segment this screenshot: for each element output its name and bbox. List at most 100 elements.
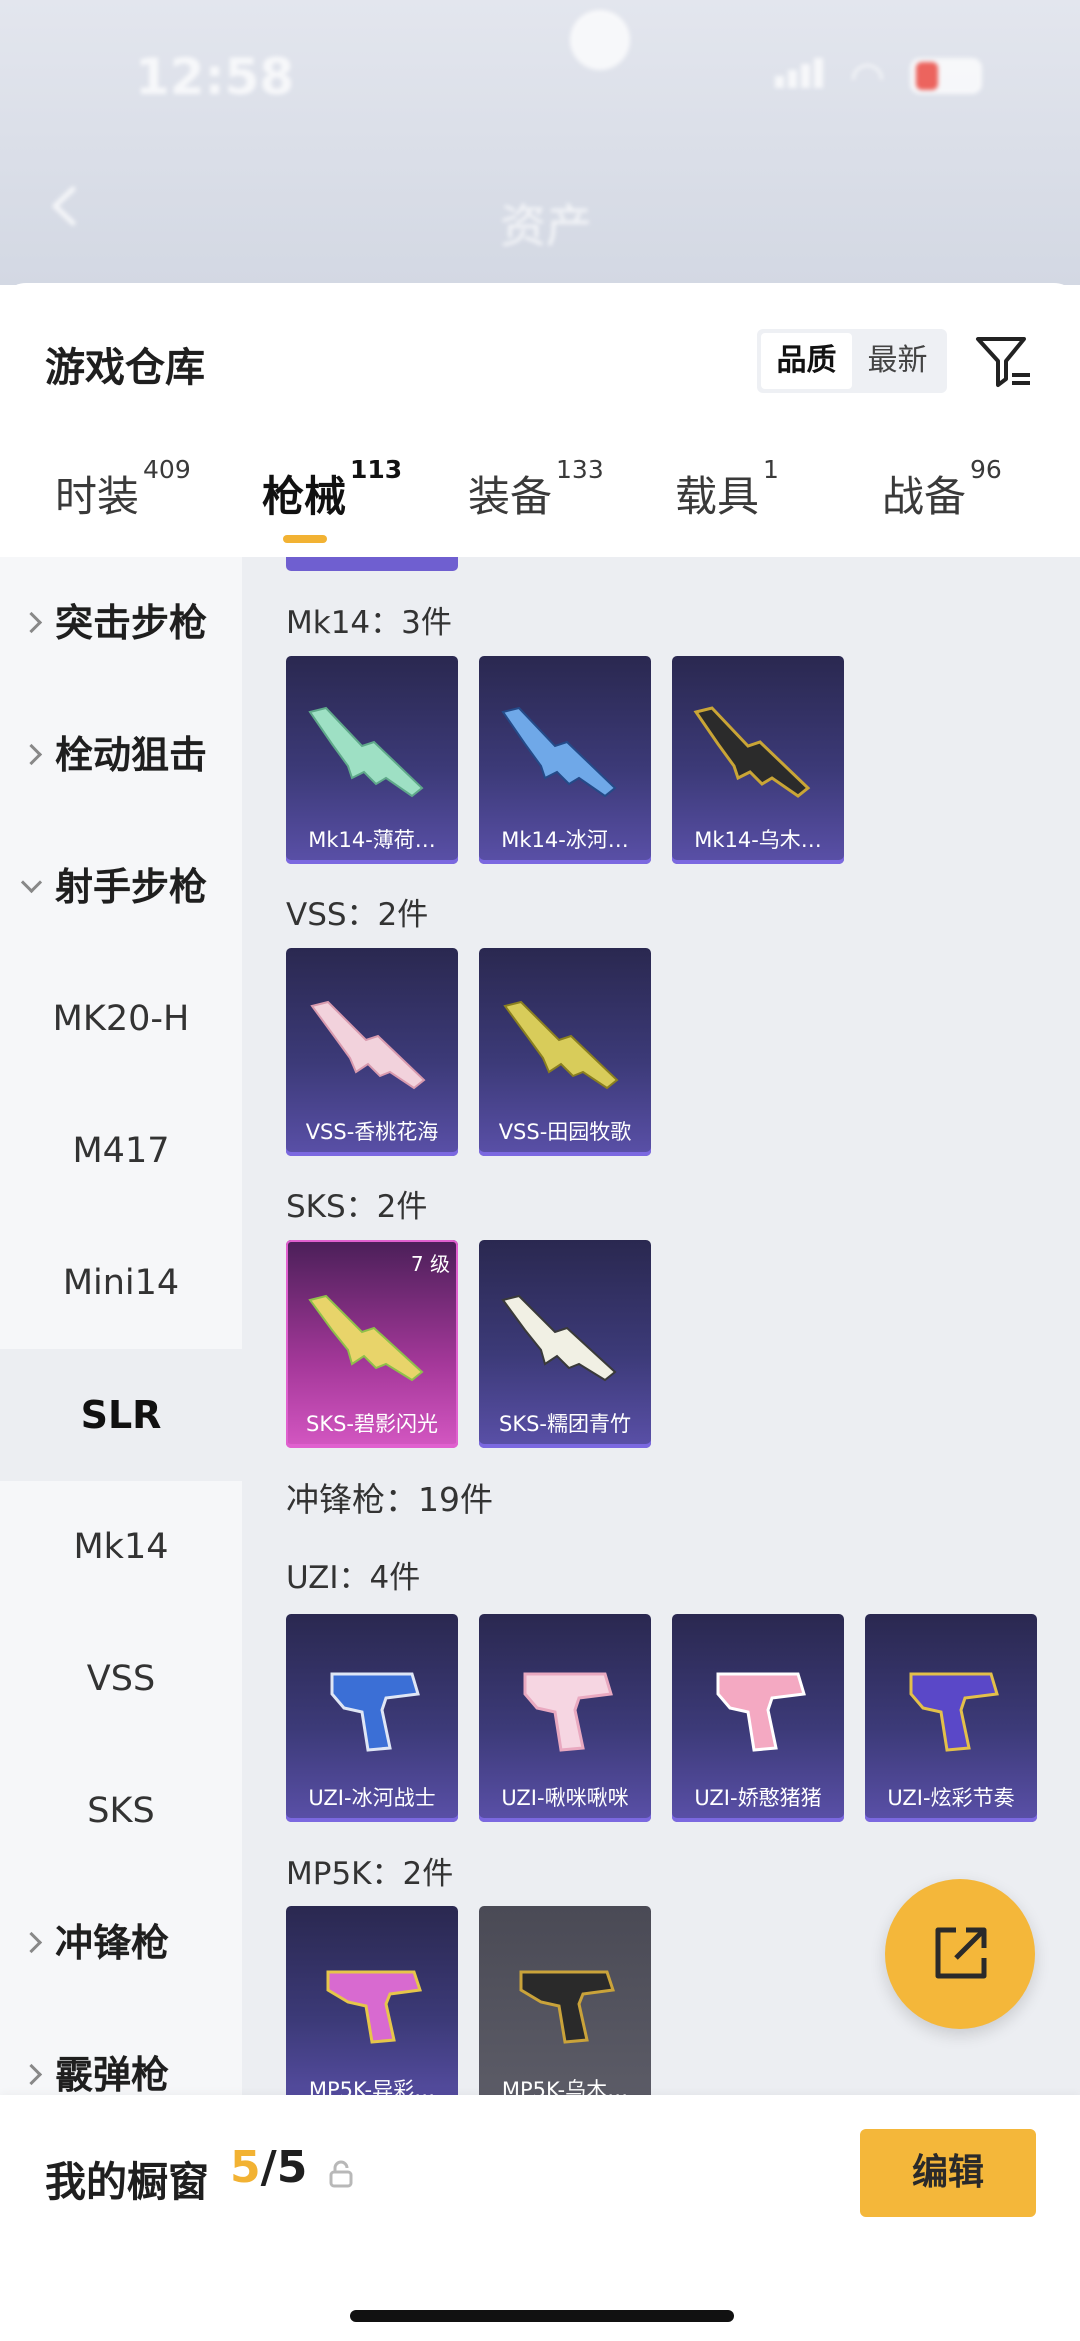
skin-card[interactable]: VSS-香桃花海 xyxy=(286,948,458,1156)
skin-name: UZI-炫彩节奏 xyxy=(887,1786,1015,1810)
section-title-sks: SKS：2件 xyxy=(286,1189,428,1225)
skin-name: UZI-冰河战士 xyxy=(308,1786,436,1810)
tab-vehicles[interactable]: 载具1 xyxy=(675,455,779,524)
showcase-count: 5/5 xyxy=(230,2142,307,2193)
skin-card[interactable]: Mk14-乌木… xyxy=(672,656,844,864)
skin-name: Mk14-冰河… xyxy=(501,828,629,852)
edit-button[interactable]: 编辑 xyxy=(860,2129,1036,2217)
skin-name: SKS-碧影闪光 xyxy=(305,1412,438,1436)
tab-equipment[interactable]: 装备133 xyxy=(468,455,604,524)
weapon-category-nav: 突击步枪 栓动狙击 射手步枪 MK20-H M417 Mini14 SLR Mk… xyxy=(0,557,242,2341)
tab-count: 409 xyxy=(143,455,191,484)
nav-label: 冲锋枪 xyxy=(55,1921,170,1965)
smg-icon xyxy=(326,1970,422,2044)
skin-name: UZI-娇憨猪猪 xyxy=(694,1786,822,1810)
nav-bolt-sniper[interactable]: 栓动狙击 xyxy=(0,689,242,821)
nav-mini14[interactable]: Mini14 xyxy=(0,1217,242,1349)
tab-label: 枪械 xyxy=(262,472,347,521)
section-title-mp5k: MP5K：2件 xyxy=(286,1856,454,1892)
rifle-icon xyxy=(501,706,617,798)
nav-label: 突击步枪 xyxy=(55,601,208,645)
smg-icon xyxy=(519,1970,615,2044)
smg-icon xyxy=(330,1672,420,1752)
signal-icon xyxy=(775,58,835,94)
chevron-right-icon xyxy=(20,743,43,766)
showcase-count-current: 5 xyxy=(230,2142,261,2193)
status-time: 12:58 xyxy=(135,48,295,106)
skin-name: VSS-田园牧歌 xyxy=(498,1120,632,1144)
blurred-header: 12:58 ◠ 资产 xyxy=(0,0,1080,285)
tab-label: 装备 xyxy=(468,472,553,521)
chevron-right-icon xyxy=(20,1931,43,1954)
share-icon xyxy=(935,1927,987,1979)
back-icon[interactable] xyxy=(45,185,87,227)
smg-icon xyxy=(523,1672,613,1752)
skin-card[interactable]: MP5K-乌木… xyxy=(479,1906,651,2114)
nav-label: 射手步枪 xyxy=(55,865,208,909)
skin-card[interactable]: Mk14-冰河… xyxy=(479,656,651,864)
nav-slr[interactable]: SLR xyxy=(0,1349,242,1481)
smg-icon xyxy=(716,1672,806,1752)
tab-guns[interactable]: 枪械113 xyxy=(262,455,402,524)
skin-card[interactable]: VSS-田园牧歌 xyxy=(479,948,651,1156)
section-title-smg: 冲锋枪：19件 xyxy=(286,1480,493,1519)
battery-icon xyxy=(910,58,982,94)
skin-name: Mk14-乌木… xyxy=(694,828,822,852)
status-app-icon xyxy=(570,10,630,70)
share-button[interactable] xyxy=(885,1879,1035,2029)
tab-label: 时装 xyxy=(55,472,140,521)
tab-fashion[interactable]: 时装409 xyxy=(55,455,191,524)
active-tab-indicator xyxy=(283,535,327,543)
section-title-mk14: Mk14：3件 xyxy=(286,605,452,641)
skin-name: SKS-糯团青竹 xyxy=(498,1412,631,1436)
nav-label: 霰弹枪 xyxy=(55,2053,170,2097)
sheet-title: 游戏仓库 xyxy=(45,345,205,391)
nav-sks[interactable]: SKS xyxy=(0,1745,242,1877)
wifi-icon: ◠ xyxy=(850,54,885,100)
rifle-icon xyxy=(308,1294,424,1382)
skin-card[interactable]: Mk14-薄荷… xyxy=(286,656,458,864)
rifle-icon xyxy=(503,1000,619,1090)
nav-assault-rifles[interactable]: 突击步枪 xyxy=(0,557,242,689)
skin-card[interactable]: UZI-娇憨猪猪 xyxy=(672,1614,844,1822)
rifle-icon xyxy=(693,706,811,798)
section-title-uzi: UZI：4件 xyxy=(286,1560,421,1596)
skin-card[interactable]: SKS-糯团青竹 xyxy=(479,1240,651,1448)
nav-vss[interactable]: VSS xyxy=(0,1613,242,1745)
nav-label: 栓动狙击 xyxy=(55,733,208,777)
smg-icon xyxy=(909,1672,999,1752)
chevron-right-icon xyxy=(20,611,43,634)
category-tabs: 时装409 枪械113 装备133 载具1 战备96 xyxy=(0,455,1080,543)
skin-card[interactable]: UZI-冰河战士 xyxy=(286,1614,458,1822)
nav-mk14[interactable]: Mk14 xyxy=(0,1481,242,1613)
nav-mk20h[interactable]: MK20-H xyxy=(0,953,242,1085)
filter-icon[interactable] xyxy=(972,331,1034,393)
skin-card[interactable]: UZI-啾咪啾咪 xyxy=(479,1614,651,1822)
level-badge: 7 级 xyxy=(410,1252,450,1276)
tab-count: 113 xyxy=(350,455,403,484)
skin-card[interactable]: UZI-炫彩节奏 xyxy=(865,1614,1037,1822)
tab-count: 1 xyxy=(763,455,779,484)
page-title: 资产 xyxy=(500,199,592,253)
tab-count: 133 xyxy=(556,455,604,484)
skin-card[interactable]: MP5K-异彩… xyxy=(286,1906,458,2114)
home-indicator xyxy=(350,2310,734,2322)
section-title-vss: VSS：2件 xyxy=(286,897,429,933)
skin-name: VSS-香桃花海 xyxy=(305,1120,439,1144)
sort-newest-button[interactable]: 最新 xyxy=(852,333,943,389)
chevron-right-icon xyxy=(20,2063,43,2086)
tab-label: 战备 xyxy=(882,472,967,521)
showcase-count-total: /5 xyxy=(260,2142,308,2193)
rifle-icon xyxy=(310,1000,426,1090)
warehouse-sheet: 游戏仓库 品质 最新 时装409 枪械113 装备133 载具1 战备96 突击… xyxy=(0,283,1080,2341)
rifle-icon xyxy=(308,706,424,798)
sort-quality-button[interactable]: 品质 xyxy=(761,333,852,389)
lock-icon xyxy=(329,2160,353,2188)
skin-card[interactable]: 7 级 SKS-碧影闪光 xyxy=(286,1240,458,1448)
nav-dmr[interactable]: 射手步枪 xyxy=(0,821,242,953)
tab-supplies[interactable]: 战备96 xyxy=(882,455,1002,524)
tab-label: 载具 xyxy=(675,472,760,521)
nav-smg[interactable]: 冲锋枪 xyxy=(0,1877,242,2009)
nav-m417[interactable]: M417 xyxy=(0,1085,242,1217)
skin-name: Mk14-薄荷… xyxy=(308,828,436,852)
